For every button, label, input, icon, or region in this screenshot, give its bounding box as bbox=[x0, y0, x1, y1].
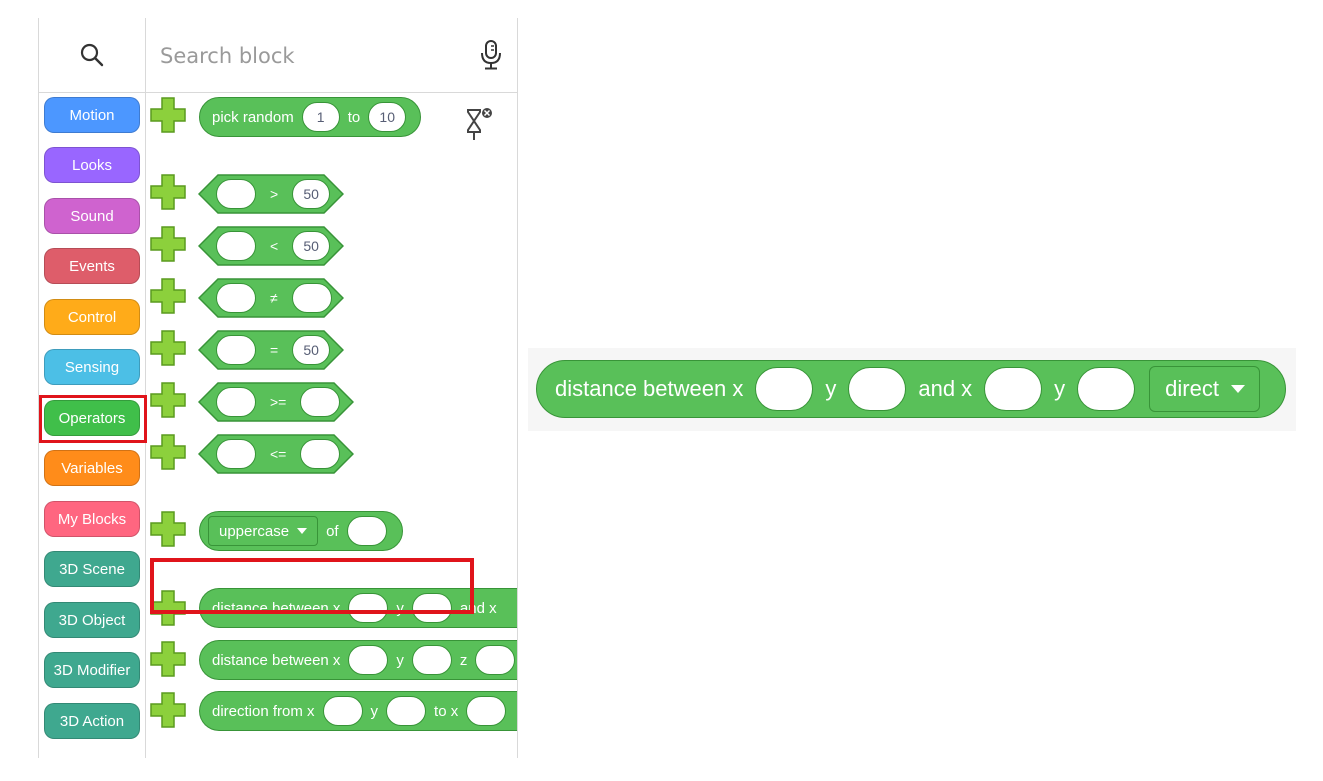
distance-3d-block[interactable]: distance between x y z bbox=[199, 640, 517, 680]
category-3d-object[interactable]: 3D Object bbox=[44, 602, 140, 638]
operator-symbol: = bbox=[270, 342, 279, 358]
greater-than-block[interactable]: > 50 bbox=[198, 174, 344, 214]
from-x-input[interactable] bbox=[322, 696, 363, 726]
dropdown-caret-icon bbox=[297, 528, 308, 534]
block-label: y bbox=[396, 599, 404, 617]
x2-input[interactable] bbox=[984, 367, 1043, 411]
category-motion[interactable]: Motion bbox=[44, 97, 140, 133]
block-label: direction from x bbox=[212, 702, 315, 720]
add-block-icon[interactable] bbox=[149, 691, 187, 729]
x1-input[interactable] bbox=[348, 593, 389, 623]
category-looks[interactable]: Looks bbox=[44, 147, 140, 183]
category-control[interactable]: Control bbox=[44, 299, 140, 335]
zoomed-block-preview: distance between x y and x y direct bbox=[528, 348, 1296, 431]
category-column: Motion Looks Sound Events Control Sensin… bbox=[39, 18, 147, 758]
z-input[interactable] bbox=[475, 645, 516, 675]
y1-input[interactable] bbox=[411, 593, 452, 623]
distance-mode-dropdown[interactable]: direct bbox=[1149, 366, 1260, 412]
text-input[interactable] bbox=[346, 516, 387, 546]
y2-input[interactable] bbox=[1077, 367, 1136, 411]
category-events[interactable]: Events bbox=[44, 248, 140, 284]
left-operand-input[interactable] bbox=[216, 283, 256, 313]
equal-block[interactable]: = 50 bbox=[198, 330, 344, 370]
block-label: y bbox=[396, 651, 404, 669]
block-label: distance between x bbox=[555, 376, 744, 401]
direction-block[interactable]: direction from x y to x bbox=[199, 691, 517, 731]
x-input[interactable] bbox=[348, 645, 389, 675]
add-block-icon[interactable] bbox=[149, 329, 187, 367]
block-palette: Motion Looks Sound Events Control Sensin… bbox=[38, 18, 518, 758]
left-operand-input[interactable] bbox=[216, 439, 256, 469]
block-label: to bbox=[347, 108, 361, 126]
y-input[interactable] bbox=[411, 645, 452, 675]
operator-symbol: < bbox=[270, 238, 279, 254]
block-label: y bbox=[1054, 376, 1066, 401]
add-block-icon[interactable] bbox=[149, 510, 187, 548]
block-label: distance between x bbox=[212, 651, 341, 669]
add-block-icon[interactable] bbox=[149, 640, 187, 678]
category-operators[interactable]: Operators bbox=[44, 400, 140, 436]
search-icon-button[interactable] bbox=[39, 18, 145, 93]
operator-symbol: > bbox=[270, 186, 279, 202]
blocks-area: pick random 1 to 10 > 50 < 50 ≠ = 50 >= … bbox=[146, 18, 517, 758]
add-block-icon[interactable] bbox=[149, 225, 187, 263]
x1-input[interactable] bbox=[755, 367, 814, 411]
search-icon bbox=[80, 43, 104, 67]
block-label: y bbox=[370, 702, 379, 720]
right-operand-input[interactable] bbox=[300, 387, 341, 417]
category-sound[interactable]: Sound bbox=[44, 198, 140, 234]
right-operand-input[interactable]: 50 bbox=[292, 231, 331, 261]
block-label: pick random bbox=[212, 108, 294, 126]
dropdown-caret-icon bbox=[1230, 385, 1245, 393]
text-case-block[interactable]: uppercase of bbox=[199, 511, 403, 551]
operator-symbol: <= bbox=[270, 446, 287, 462]
add-block-icon[interactable] bbox=[149, 381, 187, 419]
left-operand-input[interactable] bbox=[216, 335, 256, 365]
dropdown-value: direct bbox=[1165, 376, 1219, 401]
add-block-icon[interactable] bbox=[149, 96, 187, 134]
clear-pin-icon[interactable] bbox=[464, 106, 494, 142]
add-block-icon[interactable] bbox=[149, 589, 187, 627]
add-block-icon[interactable] bbox=[149, 277, 187, 315]
right-operand-input[interactable] bbox=[291, 283, 332, 313]
category-3d-action[interactable]: 3D Action bbox=[44, 703, 140, 739]
from-y-input[interactable] bbox=[386, 696, 427, 726]
add-block-icon[interactable] bbox=[149, 433, 187, 471]
distance-block-zoomed[interactable]: distance between x y and x y direct bbox=[536, 360, 1286, 418]
category-3d-scene[interactable]: 3D Scene bbox=[44, 551, 140, 587]
block-label: distance between x bbox=[212, 599, 341, 617]
block-label: to x bbox=[434, 702, 459, 720]
less-than-block[interactable]: < 50 bbox=[198, 226, 344, 266]
to-x-input[interactable] bbox=[466, 696, 507, 726]
greater-or-equal-block[interactable]: >= bbox=[198, 382, 354, 422]
not-equal-block[interactable]: ≠ bbox=[198, 278, 344, 318]
operator-symbol: ≠ bbox=[270, 290, 278, 306]
distance-2d-block[interactable]: distance between x y and x bbox=[199, 588, 517, 628]
left-operand-input[interactable] bbox=[216, 231, 256, 261]
right-operand-input[interactable]: 50 bbox=[292, 335, 331, 365]
less-or-equal-block[interactable]: <= bbox=[198, 434, 354, 474]
pick-random-block[interactable]: pick random 1 to 10 bbox=[199, 97, 421, 137]
right-operand-input[interactable]: 50 bbox=[292, 179, 331, 209]
block-label: of bbox=[326, 522, 339, 540]
case-dropdown[interactable]: uppercase bbox=[208, 516, 319, 546]
left-operand-input[interactable] bbox=[216, 179, 256, 209]
category-my-blocks[interactable]: My Blocks bbox=[44, 501, 140, 537]
add-block-icon[interactable] bbox=[149, 173, 187, 211]
category-sensing[interactable]: Sensing bbox=[44, 349, 140, 385]
category-variables[interactable]: Variables bbox=[44, 450, 140, 486]
left-operand-input[interactable] bbox=[216, 387, 256, 417]
operator-symbol: >= bbox=[270, 394, 287, 410]
random-to-input[interactable]: 10 bbox=[368, 102, 407, 132]
random-from-input[interactable]: 1 bbox=[301, 102, 340, 132]
block-label: z bbox=[459, 651, 468, 669]
y1-input[interactable] bbox=[848, 367, 907, 411]
category-3d-modifier[interactable]: 3D Modifier bbox=[44, 652, 140, 688]
case-dropdown-value: uppercase bbox=[219, 522, 290, 540]
block-label: y bbox=[825, 376, 837, 401]
block-label: and x bbox=[459, 599, 497, 617]
right-operand-input[interactable] bbox=[300, 439, 341, 469]
block-label: and x bbox=[918, 376, 973, 401]
